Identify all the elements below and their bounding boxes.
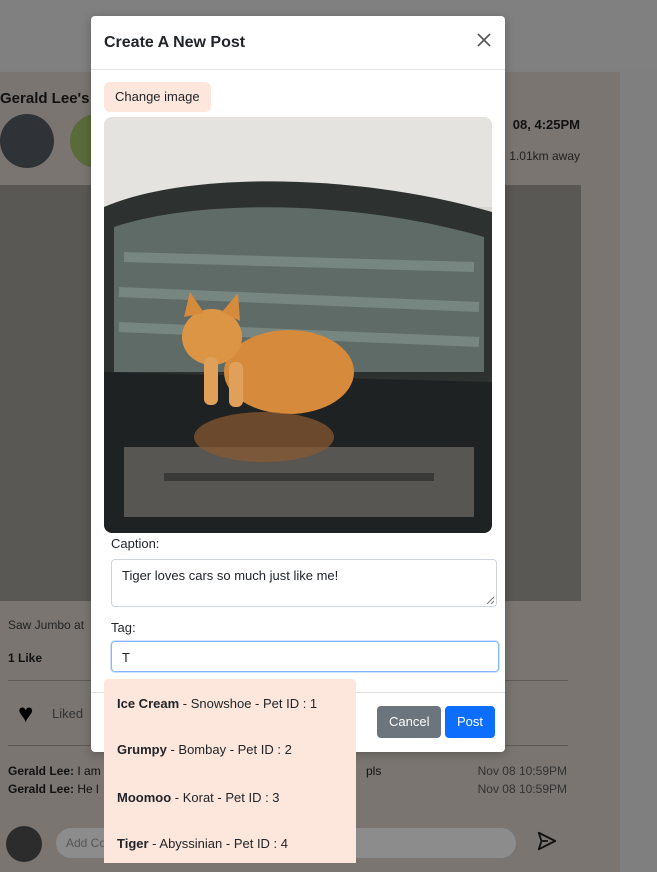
tag-input[interactable]: T: [111, 641, 499, 672]
resize-handle-icon[interactable]: [486, 596, 494, 604]
comment-text-suffix: pls: [366, 764, 382, 778]
tag-label: Tag:: [111, 620, 136, 635]
comment-author: Gerald Lee:: [8, 782, 75, 796]
caption-textarea[interactable]: Tiger loves cars so much just like me!: [111, 559, 497, 607]
pet-name: Grumpy: [117, 742, 167, 757]
like-count: 1 Like: [8, 651, 43, 665]
post-image-preview: [104, 117, 492, 533]
change-image-button[interactable]: Change image: [104, 82, 211, 112]
create-post-modal: Create A New Post Change image Caption: …: [91, 16, 505, 752]
liked-label[interactable]: Liked: [52, 706, 83, 721]
heart-icon[interactable]: ♥: [18, 698, 33, 729]
close-icon[interactable]: [475, 31, 493, 49]
comment-row: Gerald Lee: I am: [8, 764, 101, 778]
tag-suggestion-item[interactable]: Tiger - Abyssinian - Pet ID : 4: [117, 836, 288, 851]
tag-suggestion-item[interactable]: Grumpy - Bombay - Pet ID : 2: [117, 742, 292, 757]
avatar: [6, 826, 42, 862]
pet-detail: - Bombay - Pet ID : 2: [166, 742, 292, 757]
post-date: 08, 4:25PM: [512, 117, 580, 132]
comment-text: He l: [77, 782, 99, 796]
comment-time: Nov 08 10:59PM: [477, 782, 567, 796]
caption-label: Caption:: [111, 536, 160, 551]
post-distance: 1.01km away: [509, 149, 580, 163]
modal-title: Create A New Post: [104, 34, 246, 51]
comment-time: Nov 08 10:59PM: [477, 764, 567, 778]
tag-suggestion-dropdown: Ice Cream - Snowshoe - Pet ID : 1 Grumpy…: [104, 679, 356, 863]
pet-detail: - Abyssinian - Pet ID : 4: [148, 836, 289, 851]
comment-text: I am: [77, 764, 101, 778]
add-comment-placeholder: Add Co: [66, 836, 107, 850]
pet-name: Ice Cream: [117, 696, 180, 711]
tag-value: T: [122, 650, 130, 665]
caption-value: Tiger loves cars so much just like me!: [122, 568, 339, 583]
modal-header: Create A New Post: [91, 16, 505, 70]
post-owner-label: Gerald Lee's: [0, 90, 90, 107]
send-icon[interactable]: [536, 830, 558, 858]
pet-detail: - Snowshoe - Pet ID : 1: [179, 696, 318, 711]
comment-row: Gerald Lee: He l: [8, 782, 99, 796]
avatar[interactable]: [0, 114, 54, 168]
tag-suggestion-item[interactable]: Ice Cream - Snowshoe - Pet ID : 1: [117, 696, 317, 711]
pet-name: Tiger: [117, 836, 149, 851]
tag-suggestion-item[interactable]: Moomoo - Korat - Pet ID : 3: [117, 790, 280, 805]
post-caption: Saw Jumbo at: [8, 618, 85, 632]
pet-detail: - Korat - Pet ID : 3: [171, 790, 280, 805]
comment-author: Gerald Lee:: [8, 764, 75, 778]
cancel-button[interactable]: Cancel: [377, 706, 442, 738]
pet-name: Moomoo: [117, 790, 172, 805]
post-button[interactable]: Post: [445, 706, 496, 738]
